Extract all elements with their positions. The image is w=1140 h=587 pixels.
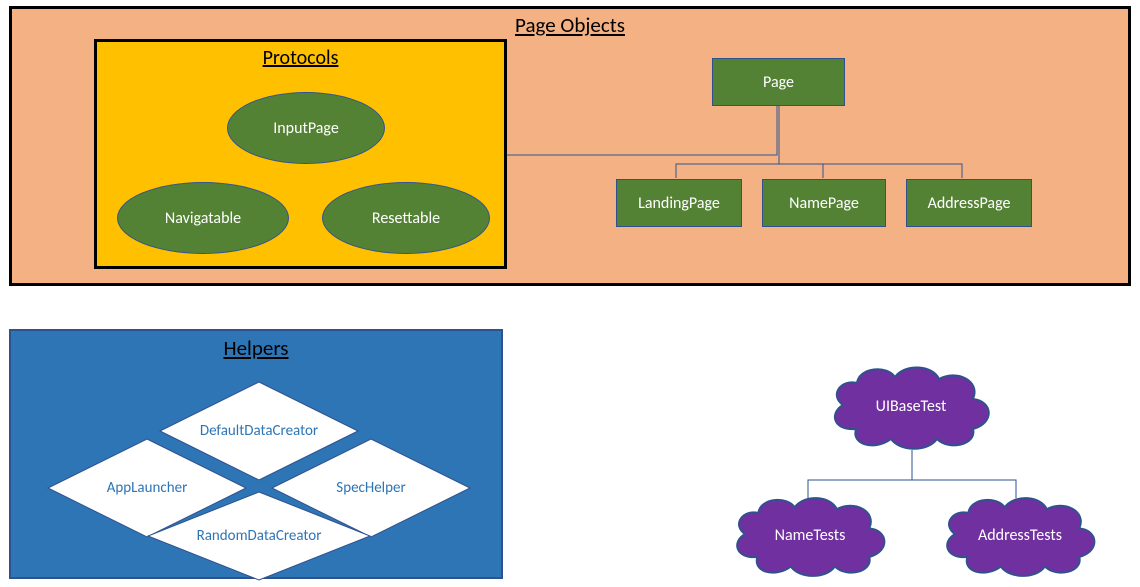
page-objects-title: Page Objects [12, 12, 1128, 38]
test-label: AddressTests [978, 526, 1062, 545]
page-objects-group: Page Objects Protocols InputPage Navigat… [9, 6, 1131, 286]
page-root: Page [712, 58, 845, 106]
protocol-label: InputPage [273, 119, 339, 138]
page-label: AddressPage [928, 194, 1011, 213]
helper-random-data-creator: RandomDataCreator [147, 491, 371, 581]
test-nametests: NameTests [722, 490, 898, 580]
test-label: NameTests [775, 526, 846, 545]
protocols-title: Protocols [97, 46, 504, 70]
helpers-title: Helpers [11, 335, 501, 361]
test-addresstests: AddressTests [930, 490, 1110, 580]
page-label: NamePage [789, 194, 859, 213]
helpers-group: Helpers DefaultDataCreator AppLauncher S… [9, 329, 503, 579]
helper-label: RandomDataCreator [197, 527, 322, 545]
page-landing: LandingPage [616, 179, 742, 227]
test-uibasetest: UIBaseTest [823, 359, 999, 453]
protocol-resettable: Resettable [322, 182, 490, 254]
page-label: LandingPage [638, 194, 720, 213]
protocol-label: Navigatable [165, 209, 241, 228]
page-name: NamePage [762, 179, 886, 227]
test-label: UIBaseTest [876, 397, 947, 416]
protocol-navigatable: Navigatable [117, 182, 289, 254]
page-root-label: Page [763, 73, 794, 92]
protocol-inputpage: InputPage [227, 92, 385, 164]
page-address: AddressPage [906, 179, 1032, 227]
protocol-label: Resettable [372, 209, 440, 228]
protocols-group: Protocols InputPage Navigatable Resettab… [94, 39, 507, 269]
